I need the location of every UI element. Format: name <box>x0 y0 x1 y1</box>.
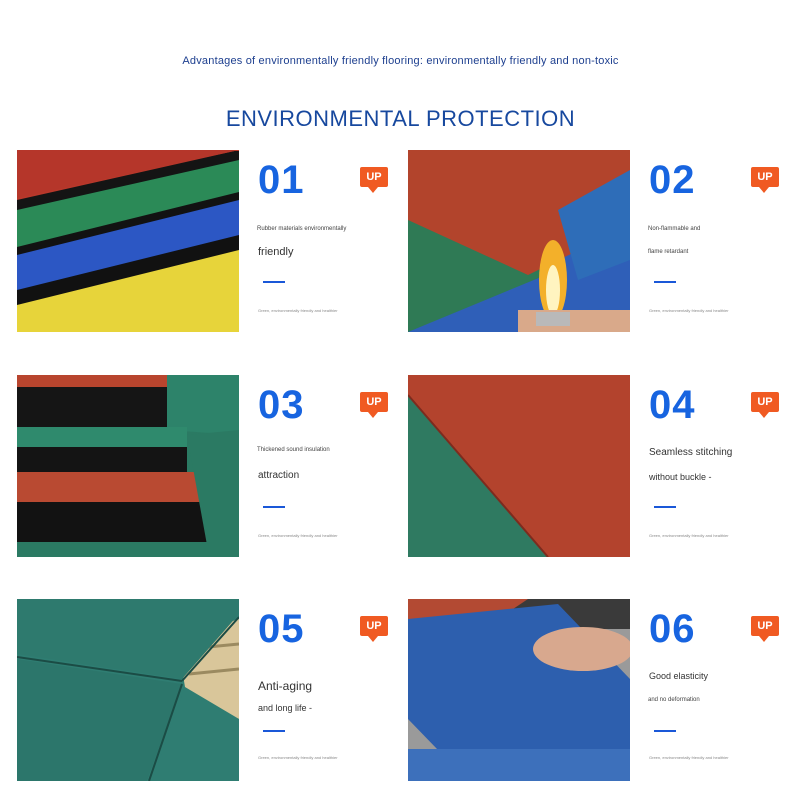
feature-card-06: 06 UP Good elasticity and no deformation… <box>408 599 798 784</box>
feature-number: 06 <box>649 607 696 651</box>
feature-text-line1: Non-flammable and <box>648 226 701 232</box>
feature-number: 03 <box>258 383 305 427</box>
rubber-tiles-stack-photo <box>17 150 239 332</box>
feature-text-line2: and no deformation <box>648 697 700 703</box>
feature-text-line1: Seamless stitching <box>649 447 733 458</box>
feature-text-line2: without buckle - <box>649 472 712 482</box>
up-badge: UP <box>360 392 388 418</box>
up-badge: UP <box>751 392 779 418</box>
feature-text-line2: friendly <box>258 246 294 258</box>
accent-dash <box>654 281 676 283</box>
feature-number: 01 <box>258 158 305 202</box>
page-subtitle: Advantages of environmentally friendly f… <box>182 55 619 67</box>
aging-resistant-tiles-photo <box>17 599 239 781</box>
accent-dash <box>654 506 676 508</box>
feature-number: 02 <box>649 158 696 202</box>
feature-card-02: 02 UP Non-flammable and flame retardant … <box>408 150 798 335</box>
flame-test-photo <box>408 150 630 332</box>
feature-note: Green, environmentally friendly and heal… <box>649 533 729 538</box>
accent-dash <box>263 730 285 732</box>
feature-text-line1: Anti-aging <box>258 679 313 693</box>
feature-text-line2: flame retardant <box>648 249 689 255</box>
feature-note: Green, environmentally friendly and heal… <box>649 308 729 313</box>
accent-dash <box>654 730 676 732</box>
feature-note: Green, environmentally friendly and heal… <box>258 755 338 760</box>
feature-text-line1: Good elasticity <box>649 671 709 681</box>
feature-card-01: 01 UP Rubber materials environmentally f… <box>17 150 407 335</box>
feature-text-line1: Rubber materials environmentally <box>257 226 347 232</box>
accent-dash <box>263 506 285 508</box>
feature-card-04: 04 UP Seamless stitching without buckle … <box>408 375 798 560</box>
page-title: ENVIRONMENTAL PROTECTION <box>225 106 576 131</box>
up-badge: UP <box>751 616 779 642</box>
feature-number: 05 <box>258 607 305 651</box>
seamless-tiles-photo <box>408 375 630 557</box>
feature-note: Green, environmentally friendly and heal… <box>649 755 729 760</box>
up-badge: UP <box>360 616 388 642</box>
feature-note: Green, environmentally friendly and heal… <box>258 308 338 313</box>
accent-dash <box>263 281 285 283</box>
feature-number: 04 <box>649 383 696 427</box>
feature-note: Green, environmentally friendly and heal… <box>258 533 338 538</box>
up-badge: UP <box>360 167 388 193</box>
elastic-roll-photo <box>408 599 630 781</box>
thick-tiles-photo <box>17 375 239 557</box>
feature-card-05: 05 UP Anti-aging and long life - Green, … <box>17 599 407 784</box>
feature-text-line2: and long life - <box>258 703 313 713</box>
up-badge: UP <box>751 167 779 193</box>
feature-text-line2: attraction <box>258 470 300 481</box>
feature-card-03: 03 UP Thickened sound insulation attract… <box>17 375 407 560</box>
feature-text-line1: Thickened sound insulation <box>257 447 330 453</box>
